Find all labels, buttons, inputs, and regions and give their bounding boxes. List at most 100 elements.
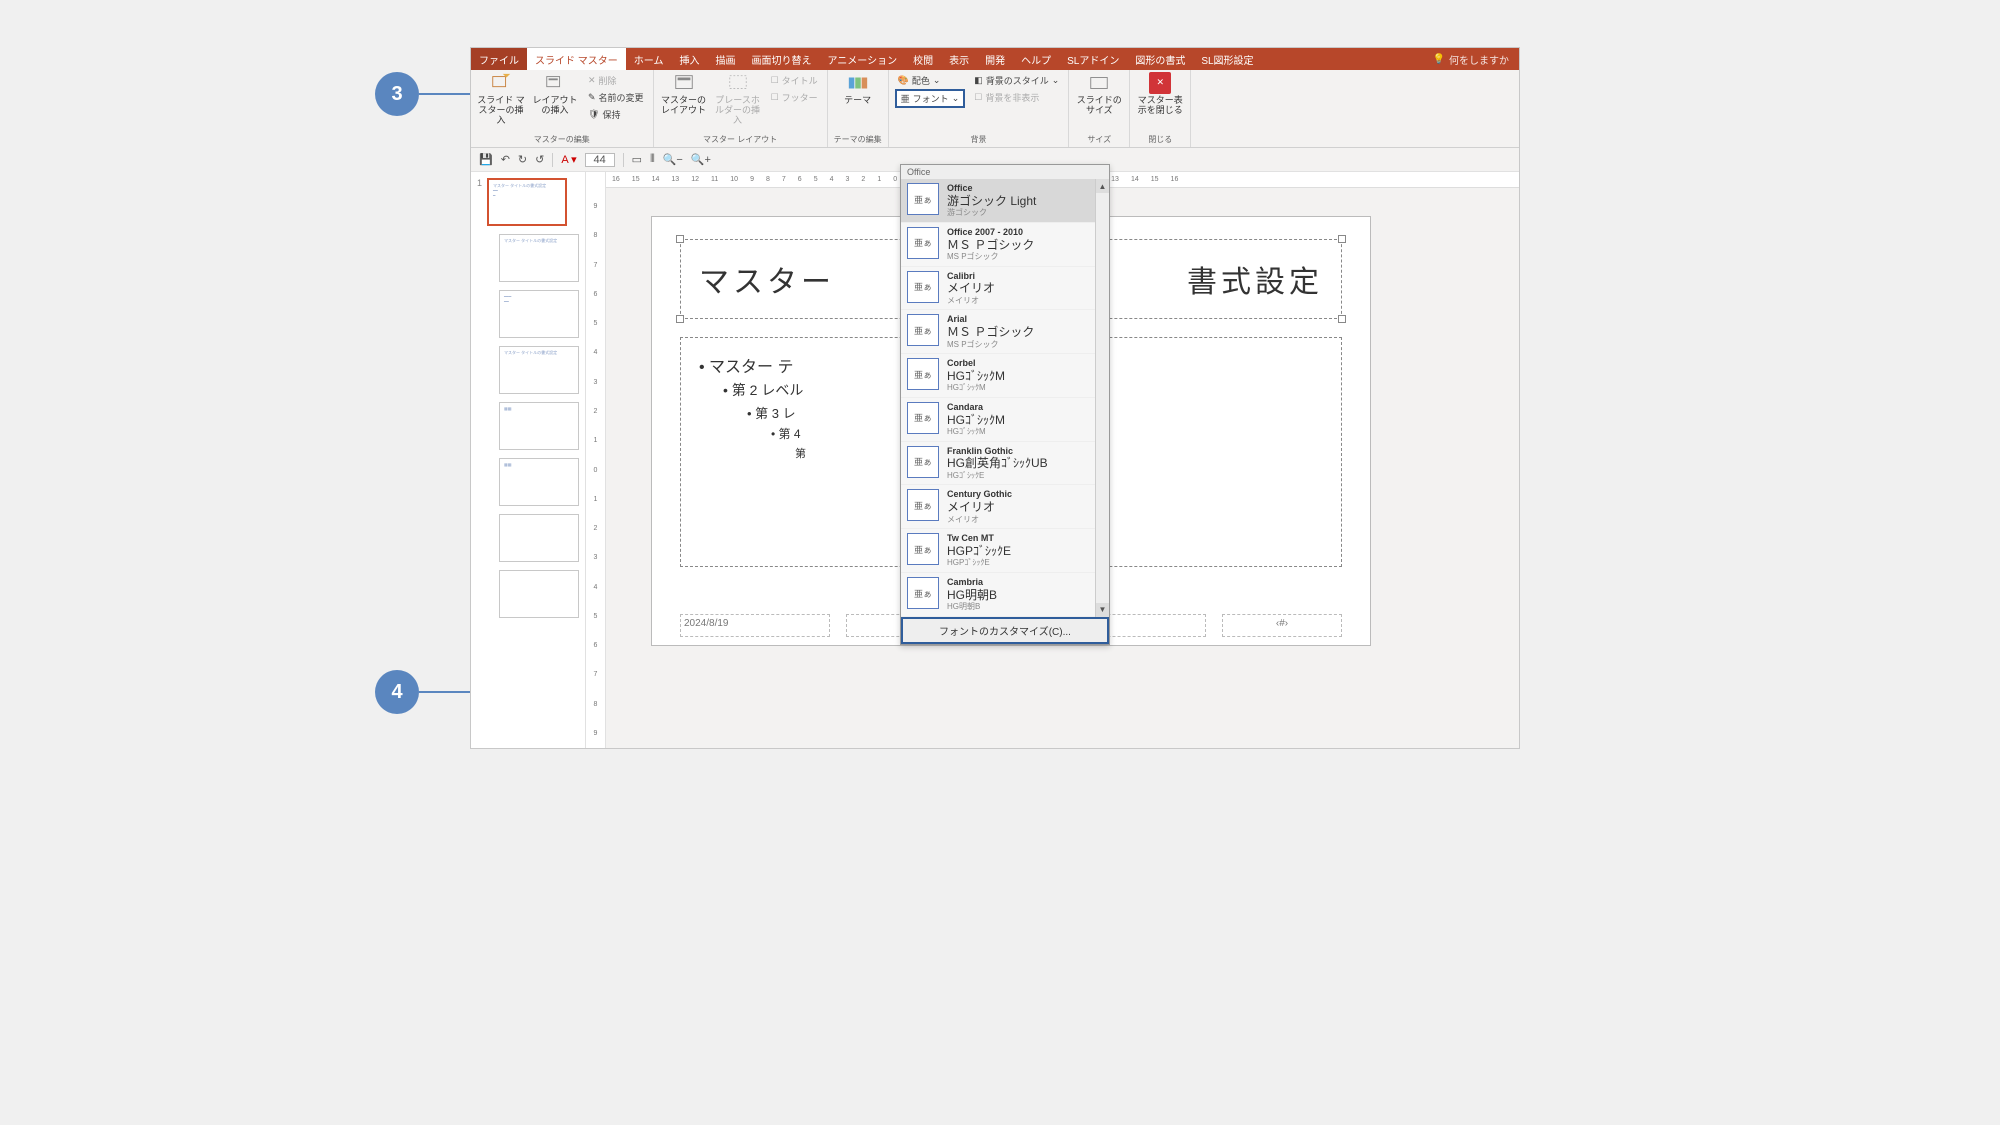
fonts-dropdown-header: Office <box>901 165 1109 179</box>
tab-home[interactable]: ホーム <box>626 48 672 70</box>
scroll-up-icon[interactable]: ▲ <box>1096 179 1109 193</box>
font-theme-item[interactable]: 亜ぁCorbelHGｺﾞｼｯｸMHGｺﾞｼｯｸM <box>901 354 1109 398</box>
zoom-in-icon[interactable]: 🔍+ <box>691 153 711 166</box>
font-theme-item[interactable]: 亜ぁOffice游ゴシック Light游ゴシック <box>901 179 1109 223</box>
callout-3: 3 <box>375 72 419 116</box>
tab-sl-addin[interactable]: SLアドイン <box>1059 48 1127 70</box>
insert-placeholder-button[interactable]: プレースホルダーの挿入 <box>714 72 762 126</box>
font-theme-item[interactable]: 亜ぁCentury Gothicメイリオメイリオ <box>901 485 1109 529</box>
resize-handle[interactable] <box>1338 315 1346 323</box>
master-layout-icon <box>673 72 695 94</box>
tab-slide-master[interactable]: スライド マスター <box>527 48 626 70</box>
group-background: 背景 <box>895 134 1063 145</box>
resize-handle[interactable] <box>676 235 684 243</box>
slide-size-button[interactable]: スライドのサイズ <box>1075 72 1123 116</box>
resize-handle[interactable] <box>676 315 684 323</box>
tab-review[interactable]: 校閲 <box>905 48 941 70</box>
close-master-button[interactable]: ✕ マスター表示を閉じる <box>1136 72 1184 116</box>
thumb-layout[interactable] <box>499 514 579 562</box>
rename-button[interactable]: ✎名前の変更 <box>585 89 647 105</box>
scroll-down-icon[interactable]: ▼ <box>1096 603 1109 617</box>
bg-styles-icon: ◧ <box>974 75 983 86</box>
tab-animations[interactable]: アニメーション <box>819 48 905 70</box>
font-theme-item[interactable]: 亜ぁTw Cen MTHGPｺﾞｼｯｸEHGPｺﾞｼｯｸE <box>901 529 1109 573</box>
master-layout-button[interactable]: マスターのレイアウト <box>660 72 708 116</box>
font-theme-item[interactable]: 亜ぁCalibriメイリオメイリオ <box>901 267 1109 311</box>
thumbnail-pane[interactable]: 1マスター タイトルの書式設定━━━ マスター タイトルの書式設定 ━━━━━ … <box>471 172 586 748</box>
insert-layout-icon <box>544 72 566 94</box>
tab-shape-format[interactable]: 図形の書式 <box>1127 48 1193 70</box>
undo-icon[interactable]: ↶ <box>501 153 510 166</box>
zoom-out-icon[interactable]: 🔍− <box>663 153 683 166</box>
dropdown-scrollbar[interactable]: ▲ ▼ <box>1095 179 1109 617</box>
save-icon[interactable]: 💾 <box>479 153 493 166</box>
insert-slide-master-icon <box>490 72 512 94</box>
font-theme-item[interactable]: 亜ぁCandaraHGｺﾞｼｯｸMHGｺﾞｼｯｸM <box>901 398 1109 442</box>
resize-handle[interactable] <box>1338 235 1346 243</box>
fonts-icon: 亜 <box>901 92 910 105</box>
fonts-dropdown[interactable]: Office 亜ぁOffice游ゴシック Light游ゴシック亜ぁOffice … <box>900 164 1110 645</box>
shapes-icon[interactable]: ▭ <box>632 153 642 166</box>
fonts-button[interactable]: 亜フォント ⌄ <box>895 89 966 108</box>
font-preview-icon: 亜ぁ <box>907 271 939 303</box>
powerpoint-window: ファイル スライド マスター ホーム 挿入 描画 画面切り替え アニメーション … <box>470 47 1520 749</box>
tab-insert[interactable]: 挿入 <box>671 48 707 70</box>
placeholder-icon <box>727 72 749 94</box>
thumb-layout[interactable]: ▦▦ <box>499 402 579 450</box>
chevron-down-icon: ⌄ <box>1052 75 1060 86</box>
tell-me-search[interactable]: 💡 何をしますか <box>1423 52 1519 67</box>
font-color-icon[interactable]: A ▾ <box>561 153 576 166</box>
themes-button[interactable]: テーマ <box>834 72 882 106</box>
thumb-layout[interactable] <box>499 570 579 618</box>
chevron-down-icon: ⌄ <box>933 75 941 86</box>
tab-view[interactable]: 表示 <box>941 48 977 70</box>
font-theme-item[interactable]: 亜ぁArialＭＳ ＰゴシックMS Pゴシック <box>901 310 1109 354</box>
group-edit-master: マスターの編集 <box>477 134 647 145</box>
group-edit-theme: テーマの編集 <box>834 134 882 145</box>
font-theme-item[interactable]: 亜ぁOffice 2007 - 2010ＭＳ ＰゴシックMS Pゴシック <box>901 223 1109 267</box>
font-preview-icon: 亜ぁ <box>907 314 939 346</box>
ribbon-tabs: ファイル スライド マスター ホーム 挿入 描画 画面切り替え アニメーション … <box>471 48 1519 70</box>
font-theme-item[interactable]: 亜ぁCambriaHG明朝BHG明朝B <box>901 573 1109 617</box>
preserve-button[interactable]: 🛡保持 <box>585 106 647 122</box>
thumb-layout[interactable]: マスター タイトルの書式設定 <box>499 234 579 282</box>
colors-button[interactable]: 🎨配色 ⌄ <box>895 72 966 88</box>
bg-styles-button[interactable]: ◧背景のスタイル ⌄ <box>971 72 1062 88</box>
font-theme-item[interactable]: 亜ぁFranklin GothicHG創英角ｺﾞｼｯｸUBHGｺﾞｼｯｸE <box>901 442 1109 486</box>
insert-layout-button[interactable]: レイアウトの挿入 <box>531 72 579 116</box>
tab-file[interactable]: ファイル <box>471 48 527 70</box>
font-size-input[interactable]: 44 <box>585 153 615 167</box>
thumb-layout[interactable]: ▦▦ <box>499 458 579 506</box>
thumb-layout[interactable]: ━━━━━ <box>499 290 579 338</box>
touch-icon[interactable]: ↺ <box>535 153 544 166</box>
chevron-down-icon: ⌄ <box>952 93 960 104</box>
themes-icon <box>847 72 869 94</box>
font-preview-icon: 亜ぁ <box>907 227 939 259</box>
tab-transitions[interactable]: 画面切り替え <box>743 48 819 70</box>
font-preview-icon: 亜ぁ <box>907 402 939 434</box>
title-checkbox[interactable]: ☐タイトル <box>768 72 821 88</box>
tab-developer[interactable]: 開発 <box>977 48 1013 70</box>
callout-4: 4 <box>375 670 419 714</box>
insert-slide-master-button[interactable]: スライド マスターの挿入 <box>477 72 525 126</box>
thumb-master[interactable]: マスター タイトルの書式設定━━━ <box>487 178 567 226</box>
customize-fonts-button[interactable]: フォントのカスタマイズ(C)... <box>901 617 1109 644</box>
tab-help[interactable]: ヘルプ <box>1013 48 1059 70</box>
tab-sl-shape[interactable]: SL図形設定 <box>1193 48 1261 70</box>
date-placeholder[interactable]: 2024/8/19 <box>680 614 830 637</box>
hide-bg-checkbox[interactable]: ☐背景を非表示 <box>971 89 1062 105</box>
tab-draw[interactable]: 描画 <box>707 48 743 70</box>
font-preview-icon: 亜ぁ <box>907 183 939 215</box>
lightbulb-icon: 💡 <box>1433 54 1445 65</box>
delete-button[interactable]: ✕削除 <box>585 72 647 88</box>
tell-me-label: 何をしますか <box>1449 52 1509 67</box>
checkbox-icon: ☐ <box>771 92 779 103</box>
thumb-layout[interactable]: マスター タイトルの書式設定 <box>499 346 579 394</box>
checkbox-icon: ☐ <box>974 92 982 103</box>
font-preview-icon: 亜ぁ <box>907 446 939 478</box>
redo-icon[interactable]: ↻ <box>518 153 527 166</box>
align-icon[interactable]: ⫴ <box>650 153 655 166</box>
page-placeholder[interactable]: ‹#› <box>1222 614 1342 637</box>
footer-checkbox[interactable]: ☐フッター <box>768 89 821 105</box>
font-preview-icon: 亜ぁ <box>907 533 939 565</box>
